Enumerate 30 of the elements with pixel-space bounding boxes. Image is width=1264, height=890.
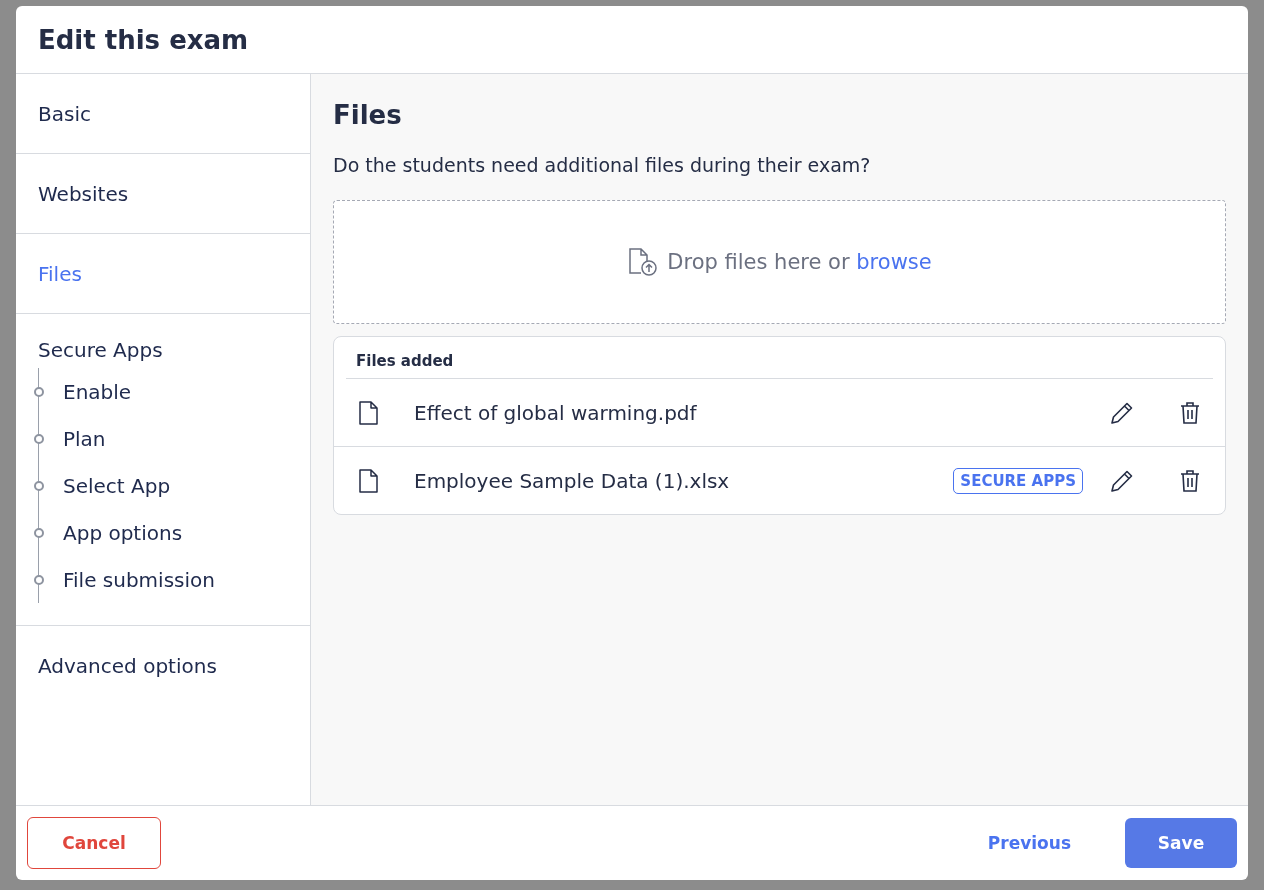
question-text: Do the students need additional files during their exam? [333, 154, 872, 176]
delete-button[interactable] [1179, 400, 1201, 425]
file-dropzone[interactable]: Drop files here or browse [333, 200, 1226, 324]
cancel-button[interactable]: Cancel [27, 817, 161, 869]
previous-button[interactable]: Previous [953, 817, 1105, 869]
delete-button[interactable] [1179, 468, 1201, 493]
browse-link[interactable]: browse [856, 250, 932, 274]
save-button[interactable]: Save [1125, 818, 1237, 868]
nav-item[interactable]: Basic [38, 101, 91, 126]
files-heading: Files added [346, 337, 1213, 379]
nav-item[interactable]: Files [38, 261, 82, 286]
delete-icon [1179, 400, 1201, 425]
nav-subitem[interactable]: Enable [63, 379, 132, 404]
nav-item[interactable]: Websites [38, 181, 129, 206]
file-tag: SECURE APPS [953, 467, 1083, 494]
nav-subitem[interactable]: File submission [63, 567, 215, 592]
nav-subitem[interactable]: Select App [63, 473, 171, 498]
section-title: Files [333, 100, 403, 130]
nav-item[interactable]: Secure Apps [38, 338, 163, 362]
drop-hint: Drop files here or browse [667, 250, 932, 274]
dialog-title: Edit this exam [38, 24, 249, 55]
nav-subitem[interactable]: Plan [63, 426, 106, 451]
delete-icon [1179, 468, 1201, 493]
file-name: Employee Sample Data (1).xlsx [414, 468, 731, 493]
nav-item[interactable]: Advanced options [38, 653, 217, 678]
nav-subitem[interactable]: App options [63, 520, 183, 545]
file-upload-icon [627, 247, 660, 277]
document-icon [358, 467, 380, 494]
document-icon [358, 399, 380, 426]
file-name: Effect of global warming.pdf [414, 400, 698, 425]
